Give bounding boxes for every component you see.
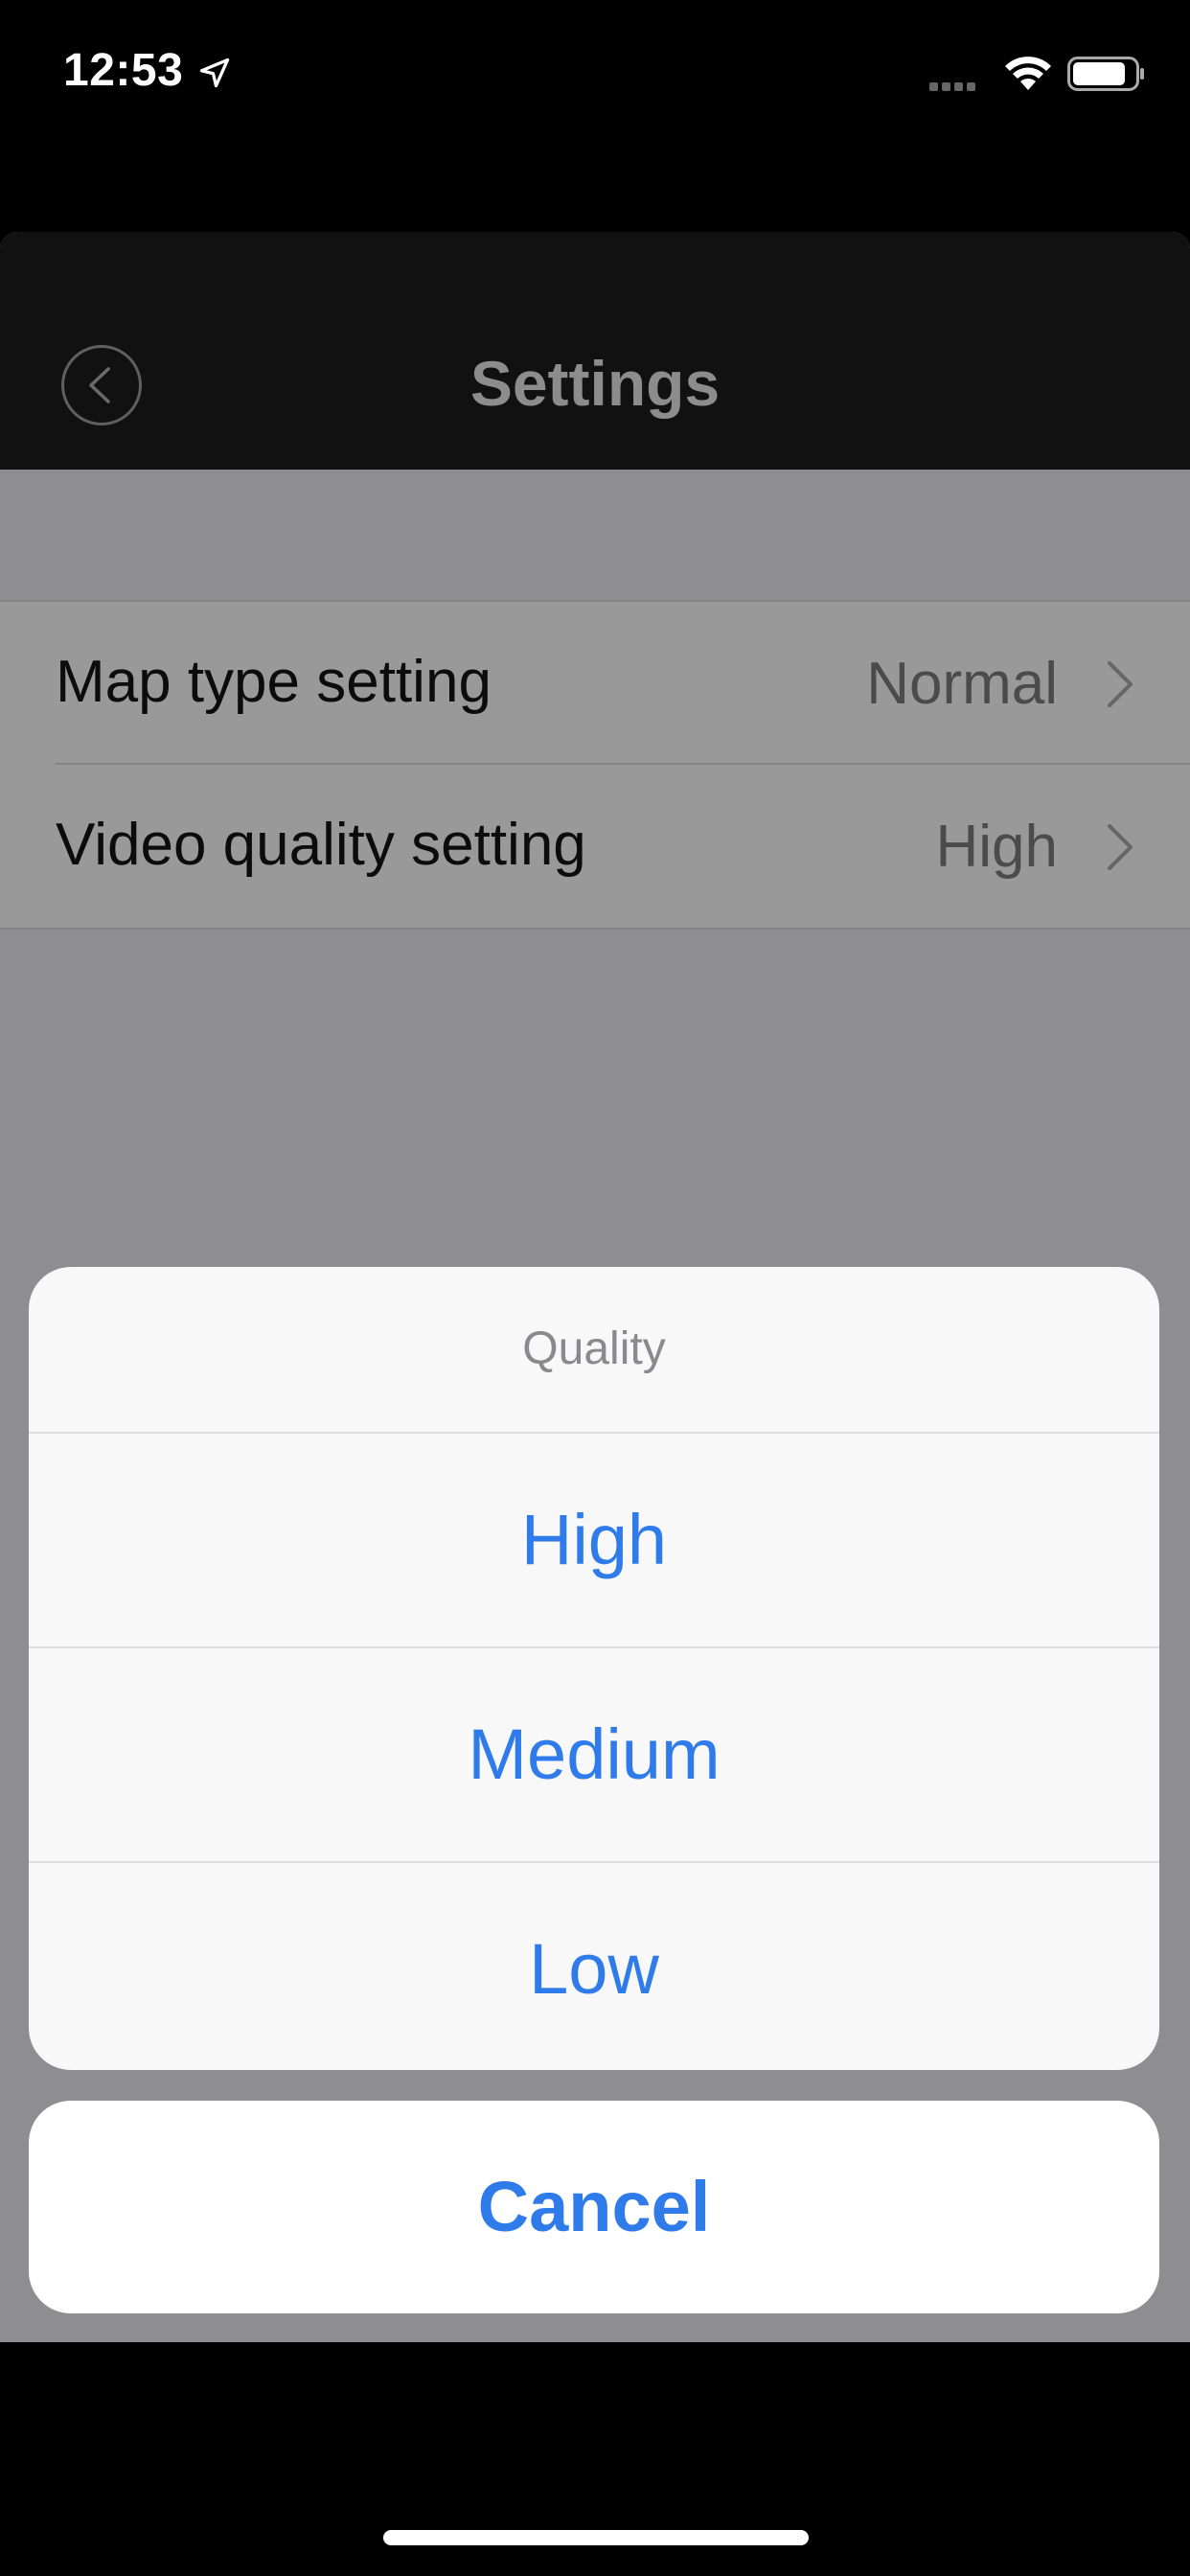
cancel-button[interactable]: Cancel	[29, 2101, 1159, 2313]
chevron-right-icon	[1108, 661, 1133, 707]
settings-row-video-quality[interactable]: Video quality setting High	[0, 765, 1190, 928]
home-indicator[interactable]	[383, 2530, 809, 2545]
chevron-right-icon	[1108, 824, 1133, 870]
row-value: Normal	[866, 651, 1058, 717]
status-time: 12:53	[63, 45, 184, 96]
settings-list: Map type setting Normal Video quality se…	[0, 600, 1190, 930]
wifi-icon	[1005, 57, 1051, 90]
page-title: Settings	[469, 348, 721, 419]
settings-row-map-type[interactable]: Map type setting Normal	[0, 602, 1190, 765]
row-value: High	[935, 814, 1058, 880]
navigation-bar: Settings	[0, 232, 1190, 470]
quality-action-sheet: Quality High Medium Low	[29, 1267, 1159, 2070]
row-label: Map type setting	[56, 649, 492, 715]
action-sheet-title: Quality	[29, 1267, 1159, 1434]
option-low[interactable]: Low	[29, 1863, 1159, 2070]
status-bar: 12:53	[0, 0, 1190, 144]
option-high[interactable]: High	[29, 1434, 1159, 1648]
location-arrow-icon	[199, 58, 230, 88]
battery-icon	[1067, 57, 1144, 91]
cellular-signal-icon	[929, 79, 979, 96]
row-label: Video quality setting	[56, 812, 586, 878]
option-medium[interactable]: Medium	[29, 1648, 1159, 1863]
